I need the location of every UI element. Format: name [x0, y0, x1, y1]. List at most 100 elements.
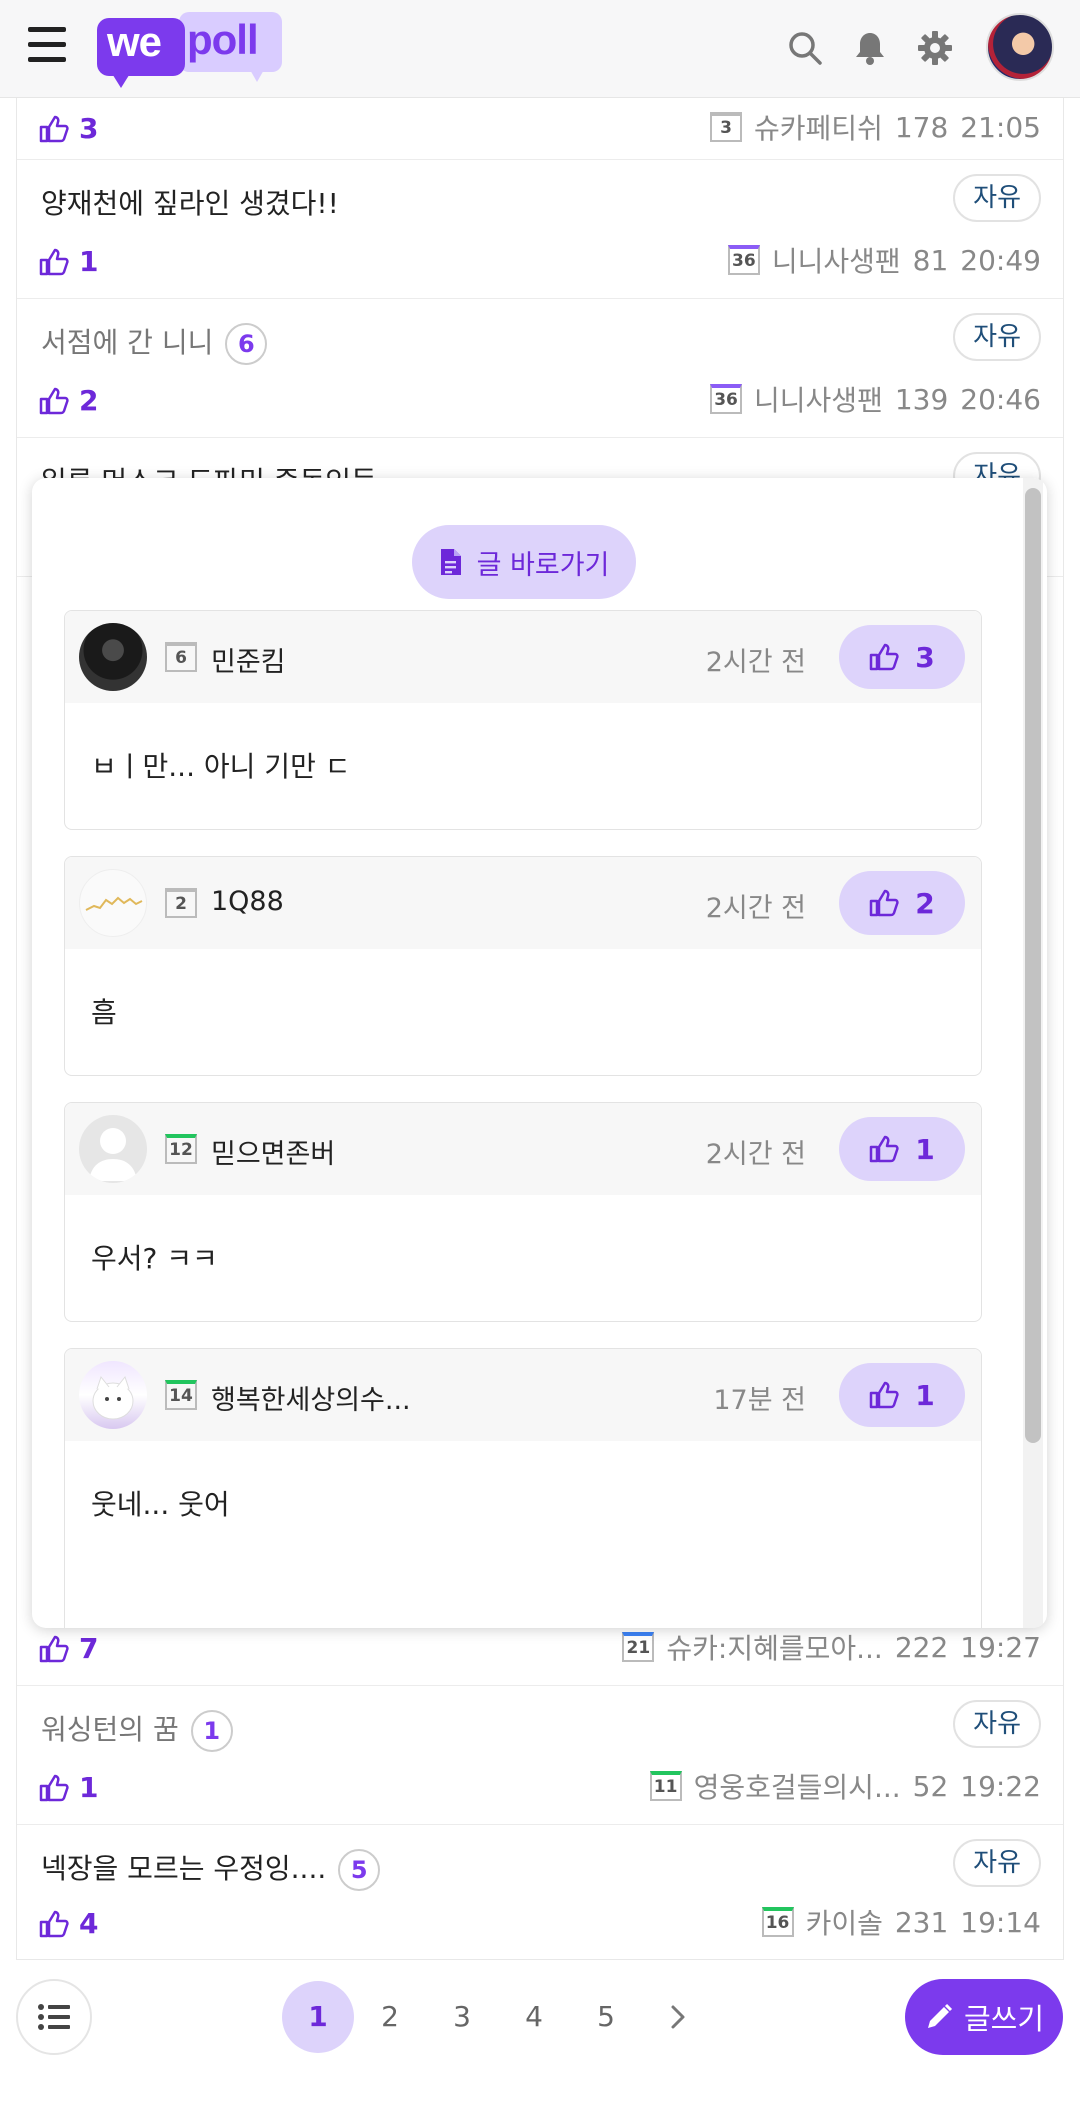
post-row[interactable]: 서점에 간 니니 6 자유 2 36 니니사생팬 139 20:46 [17, 299, 1063, 438]
search-icon[interactable] [785, 28, 825, 68]
default-avatar-icon[interactable] [79, 1115, 147, 1183]
level-badge: 3 [710, 112, 743, 142]
page-2-button[interactable]: 2 [354, 1981, 426, 2053]
menu-icon[interactable] [28, 27, 66, 63]
comment-count: 6 [225, 323, 268, 365]
author-name[interactable]: 영웅호걸들의시... [694, 1766, 901, 1806]
level-badge: 12 [165, 1134, 197, 1164]
comment-like-button[interactable]: 1 [839, 1117, 965, 1181]
post-row[interactable]: 워싱턴의 꿈 1 자유 1 11 영웅호걸들의시... 52 19:22 [17, 1686, 1063, 1825]
comment-time: 2시간 전 [705, 647, 806, 678]
comment-time: 2시간 전 [705, 1139, 806, 1170]
next-page-button[interactable] [642, 1981, 714, 2053]
comment-header: 2 1Q88 2시간 전 2 [65, 857, 981, 949]
post-likes: 7 [39, 1632, 98, 1665]
pencil-icon [927, 2003, 953, 2028]
level-badge: 2 [165, 888, 197, 918]
scrollbar-thumb[interactable] [1025, 488, 1041, 1443]
list-view-button[interactable] [16, 1979, 92, 2055]
post-title-text: 넥장을 모르는 우정잉.... [41, 1852, 327, 1885]
write-post-button[interactable]: 글쓰기 [905, 1979, 1063, 2055]
page-5-button[interactable]: 5 [570, 1981, 642, 2053]
level-badge: 16 [761, 1907, 794, 1937]
page-1-button[interactable]: 1 [282, 1981, 354, 2053]
author-name[interactable]: 슈카:지혜를모아... [666, 1627, 882, 1667]
comment-like-button[interactable]: 3 [839, 625, 965, 689]
post-time: 19:22 [960, 1769, 1041, 1803]
comment-card: 14 행복한세상의수... 17분 전 1 웃네... 웃어 [64, 1348, 982, 1628]
person-icon [89, 1128, 137, 1181]
post-meta: 21 슈카:지혜를모아... 222 19:27 [622, 1627, 1041, 1667]
gear-icon[interactable] [915, 28, 955, 68]
chevron-right-icon [671, 2005, 685, 2029]
level-badge: 21 [622, 1632, 655, 1662]
comment-body: 우서? ㅋㅋ [91, 1242, 218, 1275]
commenter-name[interactable]: 1Q88 [211, 886, 284, 917]
comment-count: 5 [338, 1849, 381, 1891]
goto-post-button[interactable]: 글 바로가기 [412, 525, 636, 599]
author-name[interactable]: 니니사생팬 [772, 240, 901, 280]
post-time: 20:46 [960, 382, 1041, 416]
document-icon [440, 549, 461, 575]
goto-post-label: 글 바로가기 [476, 549, 610, 581]
thumbs-up-icon [39, 115, 69, 142]
post-title[interactable]: 서점에 간 니니 6 [41, 321, 268, 365]
thumbs-up-icon [39, 248, 69, 275]
footer-bar: 1 2 3 4 5 글쓰기 [0, 1965, 1080, 2105]
page-4-button[interactable]: 4 [498, 1981, 570, 2053]
commenter-avatar[interactable] [79, 869, 147, 937]
wepoll-logo[interactable]: we poll [97, 12, 282, 88]
level-badge: 36 [710, 384, 743, 414]
author-name[interactable]: 니니사생팬 [754, 379, 883, 419]
level-badge: 6 [165, 642, 197, 672]
commenter-name[interactable]: 행복한세상의수... [211, 1378, 411, 1417]
post-row[interactable]: 3 3 슈카페티쉬 178 21:05 [17, 98, 1063, 160]
commenter-name[interactable]: 민준킴 [211, 640, 286, 679]
post-time: 20:49 [960, 243, 1041, 277]
bell-icon[interactable] [850, 28, 890, 68]
comment-body: 웃네... 웃어 [91, 1488, 230, 1521]
likes-count: 7 [79, 1632, 99, 1665]
post-time: 19:14 [960, 1905, 1041, 1939]
post-title-text: 양재천에 짚라인 생겼다!! [41, 187, 339, 220]
comment-like-button[interactable]: 2 [839, 871, 965, 935]
page-3-button[interactable]: 3 [426, 1981, 498, 2053]
category-tag: 자유 [953, 313, 1041, 361]
commenter-name[interactable]: 믿으면존버 [211, 1132, 335, 1171]
comment-header: 12 믿으면존버 2시간 전 1 [65, 1103, 981, 1195]
view-count: 178 [894, 110, 949, 144]
commenter-avatar[interactable] [79, 623, 147, 691]
logo-we-text: we [107, 18, 162, 65]
post-row[interactable]: 넥장을 모르는 우정잉.... 5 자유 4 16 카이솔 231 19:14 [17, 1825, 1063, 1959]
likes-count: 1 [79, 245, 99, 278]
view-count: 52 [912, 1769, 949, 1803]
thumbs-up-icon [870, 643, 899, 671]
comment-body: ㅂㅣ만... 아니 기만 ㄷ [91, 750, 351, 783]
post-title[interactable]: 양재천에 짚라인 생겼다!! [41, 182, 339, 222]
thumbs-up-icon [39, 1910, 69, 1937]
post-row[interactable]: 양재천에 짚라인 생겼다!! 자유 1 36 니니사생팬 81 20:49 [17, 160, 1063, 299]
comment-time: 17분 전 [713, 1385, 806, 1416]
post-title-text: 서점에 간 니니 [41, 326, 214, 359]
author-name[interactable]: 카이솔 [806, 1902, 883, 1942]
comment-body: 흠 [91, 996, 117, 1029]
view-count: 81 [912, 243, 949, 277]
post-title-text: 워싱턴의 꿈 [41, 1713, 179, 1746]
post-meta: 16 카이솔 231 19:14 [761, 1902, 1041, 1942]
post-likes: 4 [39, 1907, 98, 1940]
comment-like-count: 1 [915, 1132, 935, 1166]
likes-count: 1 [79, 1771, 99, 1804]
post-likes: 1 [39, 1771, 98, 1804]
post-time: 19:27 [960, 1630, 1041, 1664]
cat-avatar-image [92, 1375, 134, 1420]
author-name[interactable]: 슈카페티쉬 [754, 107, 883, 147]
comment-like-count: 2 [915, 886, 935, 920]
level-badge: 36 [727, 245, 760, 275]
post-title[interactable]: 워싱턴의 꿈 1 [41, 1708, 233, 1752]
commenter-avatar[interactable] [79, 1361, 147, 1429]
user-avatar[interactable] [986, 13, 1054, 81]
comment-card: 2 1Q88 2시간 전 2 흠 [64, 856, 982, 1076]
view-count: 231 [894, 1905, 949, 1939]
post-title[interactable]: 넥장을 모르는 우정잉.... 5 [41, 1847, 381, 1891]
comment-like-button[interactable]: 1 [839, 1363, 965, 1427]
